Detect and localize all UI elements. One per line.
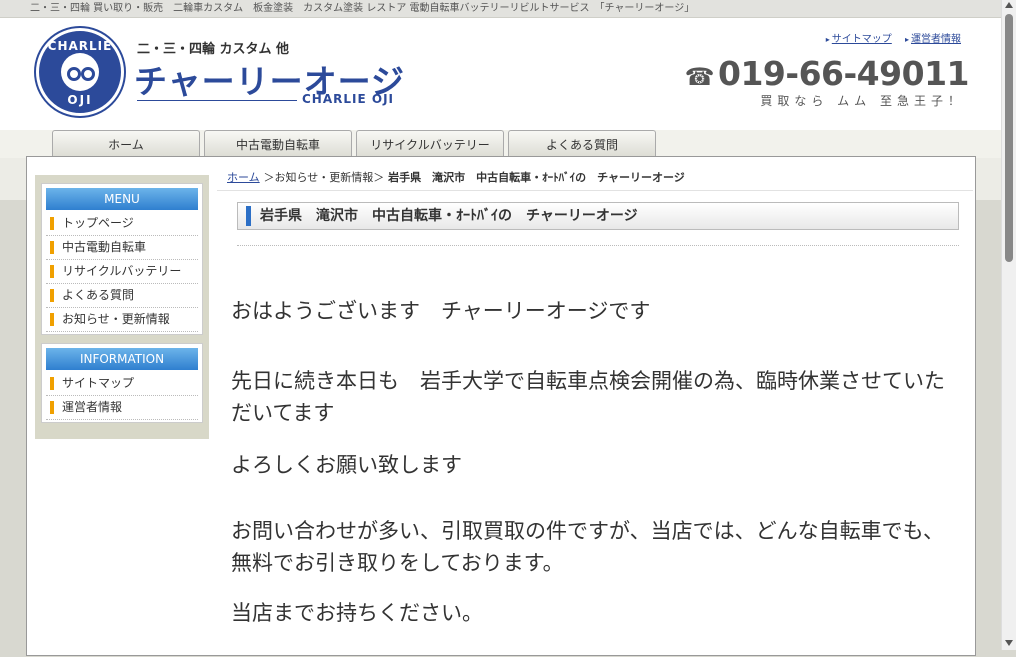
telephone-icon: ☎: [684, 63, 715, 91]
article-paragraph: お問い合わせが多い、引取買取の件ですが、当店では、どんな自転車でも、無料でお引き…: [231, 519, 944, 575]
nav-tab-faq[interactable]: よくある質問: [508, 130, 656, 157]
sidebar-item-used-e-bikes[interactable]: 中古電動自転車: [46, 236, 198, 260]
information-heading: INFORMATION: [46, 348, 198, 370]
logo-ring-top-text: CHARLIE: [47, 39, 113, 53]
article-paragraph: おはようございます チャーリーオージです: [231, 299, 651, 323]
breadcrumb-current: 岩手県 滝沢市 中古自転車・ｵｰﾄﾊﾞｲの チャーリーオージ: [388, 171, 685, 184]
phone-number-text: 019-66-49011: [717, 54, 970, 93]
sidebar-item-operator-info[interactable]: 運営者情報: [46, 396, 198, 420]
article-paragraph: よろしくお願い致します: [231, 453, 462, 477]
brand-english-name: CHARLIE OJI: [302, 92, 394, 106]
global-nav: ホーム 中古電動自転車 リサイクルバッテリー よくある質問: [52, 130, 660, 157]
vertical-scrollbar[interactable]: [1001, 0, 1016, 650]
brand-underline: [137, 100, 297, 101]
site-header: CHARLIE OJI 二・三・四輪 カスタム 他 チャーリーオージ CHARL…: [0, 18, 1001, 130]
phone-number: ☎ 019-66-49011: [684, 54, 970, 93]
nav-tab-used-e-bikes[interactable]: 中古電動自転車: [204, 130, 352, 157]
logo[interactable]: CHARLIE OJI: [36, 28, 124, 116]
nav-tab-home[interactable]: ホーム: [52, 130, 200, 157]
logo-ring-bottom-text: OJI: [67, 93, 93, 107]
information-box: INFORMATION サイトマップ 運営者情報: [41, 343, 203, 423]
page-frame: MENU トップページ 中古電動自転車 リサイクルバッテリー よくある質問 お知…: [26, 156, 976, 656]
site-description-bar: 二・三・四輪 買い取り・販売 二輪車カスタム 板金塗装 カスタム塗装 レストア …: [0, 0, 1001, 18]
operator-info-link[interactable]: 運営者情報: [911, 34, 961, 45]
sidebar: MENU トップページ 中古電動自転車 リサイクルバッテリー よくある質問 お知…: [35, 175, 209, 439]
sidebar-item-top-page[interactable]: トップページ: [46, 212, 198, 236]
nav-tab-recycled-battery[interactable]: リサイクルバッテリー: [356, 130, 504, 157]
page-title: 岩手県 滝沢市 中古自転車・ｵｰﾄﾊﾞｲの チャーリーオージ: [237, 202, 959, 230]
main-content: ホーム ＞お知らせ・更新情報＞ 岩手県 滝沢市 中古自転車・ｵｰﾄﾊﾞｲの チャ…: [217, 157, 973, 657]
bicycle-icon: [61, 53, 99, 91]
header-links: ▸ サイトマップ ▸ 運営者情報: [826, 30, 961, 45]
sidebar-item-news[interactable]: お知らせ・更新情報: [46, 308, 198, 332]
breadcrumb: ホーム ＞お知らせ・更新情報＞ 岩手県 滝沢市 中古自転車・ｵｰﾄﾊﾞｲの チャ…: [227, 169, 685, 185]
menu-heading: MENU: [46, 188, 198, 210]
scroll-up-icon[interactable]: [1005, 2, 1013, 8]
article-paragraph: 当店までお持ちください。: [231, 601, 483, 625]
breadcrumb-home-link[interactable]: ホーム: [227, 171, 260, 184]
article-paragraph: 先日に続き本日も 岩手大学で自転車点検会開催の為、臨時休業させていただいてます: [231, 369, 945, 425]
sitemap-link[interactable]: サイトマップ: [832, 34, 892, 45]
sidebar-item-sitemap[interactable]: サイトマップ: [46, 372, 198, 396]
scrollbar-thumb[interactable]: [1005, 14, 1013, 262]
sidebar-item-faq[interactable]: よくある質問: [46, 284, 198, 308]
divider: [237, 245, 959, 246]
divider: [217, 190, 973, 191]
scroll-down-icon[interactable]: [1005, 640, 1013, 646]
global-nav-area: ホーム 中古電動自転車 リサイクルバッテリー よくある質問: [0, 130, 1001, 158]
arrow-right-icon: ▸: [825, 35, 830, 44]
menu-box: MENU トップページ 中古電動自転車 リサイクルバッテリー よくある質問 お知…: [41, 183, 203, 335]
arrow-right-icon: ▸: [904, 35, 909, 44]
breadcrumb-news: ＞お知らせ・更新情報＞: [263, 171, 385, 184]
phone-slogan: 買取なら ムム 至急王子！: [760, 94, 965, 108]
sidebar-item-recycled-battery[interactable]: リサイクルバッテリー: [46, 260, 198, 284]
